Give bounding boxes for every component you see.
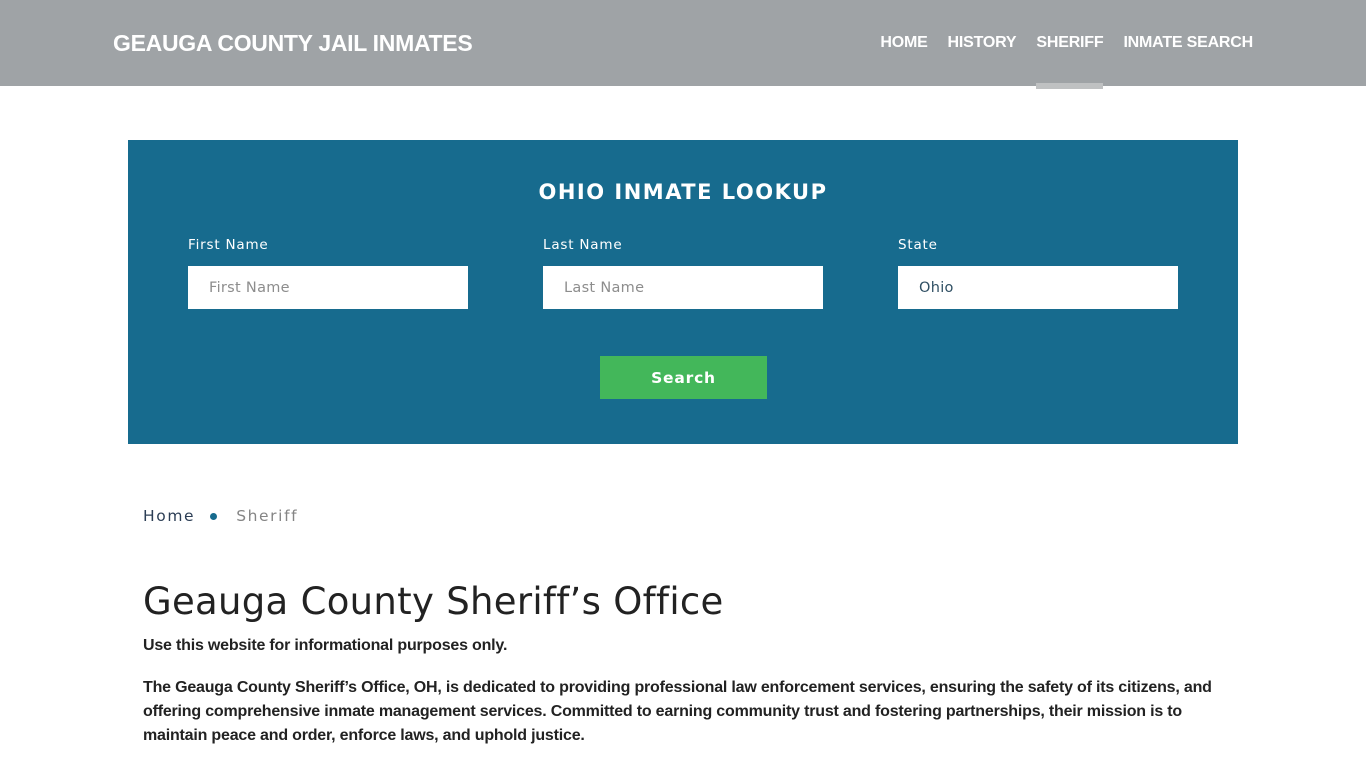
site-brand[interactable]: GEAUGA COUNTY JAIL INMATES	[113, 30, 473, 57]
last-name-input[interactable]	[543, 266, 823, 309]
last-name-label: Last Name	[543, 237, 623, 253]
state-selected-value: Ohio	[919, 279, 954, 296]
state-group: State Ohio	[898, 237, 1178, 309]
first-name-input[interactable]	[188, 266, 468, 309]
breadcrumb: Home Sheriff	[143, 507, 298, 525]
nav-history[interactable]: HISTORY	[948, 0, 1017, 86]
last-name-group: Last Name	[543, 237, 823, 309]
breadcrumb-separator-icon	[210, 512, 218, 520]
search-button[interactable]: Search	[600, 356, 767, 399]
state-select[interactable]: Ohio	[898, 266, 1178, 309]
page-title: Geauga County Sheriff’s Office	[143, 580, 724, 623]
disclaimer-note: Use this website for informational purpo…	[143, 637, 508, 654]
breadcrumb-home[interactable]: Home	[143, 507, 195, 525]
nav-sheriff[interactable]: SHERIFF	[1036, 0, 1104, 89]
breadcrumb-current: Sheriff	[236, 507, 299, 525]
inmate-lookup-panel: OHIO INMATE LOOKUP First Name Last Name …	[128, 140, 1238, 444]
nav-home[interactable]: HOME	[880, 0, 927, 86]
state-label: State	[898, 237, 938, 253]
site-header: GEAUGA COUNTY JAIL INMATES HOME HISTORY …	[0, 0, 1366, 89]
lookup-title: OHIO INMATE LOOKUP	[538, 180, 828, 204]
nav-inmate-search[interactable]: INMATE SEARCH	[1123, 0, 1253, 86]
first-name-group: First Name	[188, 237, 468, 309]
office-description: The Geauga County Sheriff’s Office, OH, …	[143, 679, 1212, 744]
main-nav: HOME HISTORY SHERIFF INMATE SEARCH	[860, 0, 1253, 89]
first-name-label: First Name	[188, 237, 269, 253]
